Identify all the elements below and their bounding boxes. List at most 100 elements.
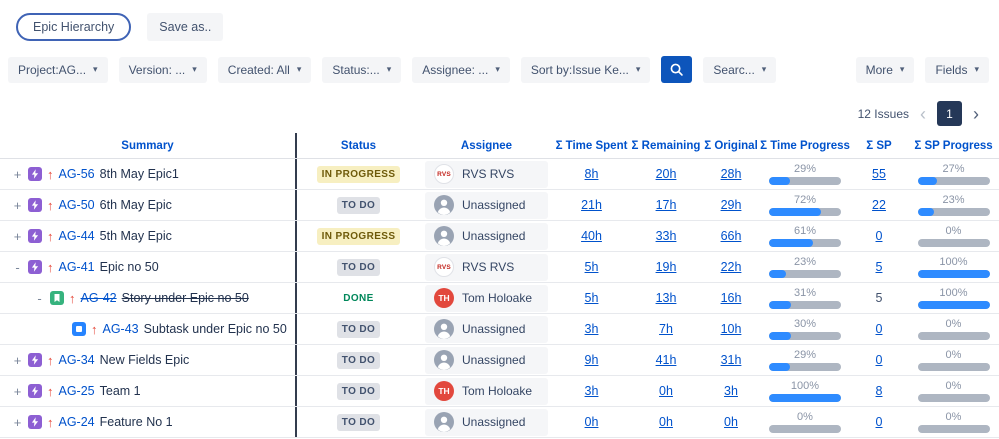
original-link[interactable]: 66h <box>721 229 742 243</box>
assignee-picker[interactable]: RVS RVS RVS <box>425 254 548 281</box>
time-spent-link[interactable]: 21h <box>581 198 602 212</box>
issue-summary: 5th May Epic <box>100 229 172 243</box>
expand-toggle[interactable]: + <box>12 353 23 368</box>
sp-progress-cell: 0% <box>908 407 999 437</box>
issue-key-link[interactable]: AG-50 <box>59 198 95 212</box>
remaining-link[interactable]: 0h <box>659 384 673 398</box>
assignee-picker[interactable]: Unassigned <box>425 409 548 436</box>
time-progress-bar <box>769 394 841 402</box>
epic-hierarchy-button[interactable]: Epic Hierarchy <box>16 13 131 41</box>
next-page-chevron-icon[interactable]: › <box>973 107 979 121</box>
status-cell: TO DO <box>297 314 420 344</box>
story-points-link[interactable]: 8 <box>876 384 883 398</box>
created-filter-dropdown[interactable]: Created: All ▾ <box>218 57 312 83</box>
original-link[interactable]: 0h <box>724 415 738 429</box>
assignee-picker[interactable]: Unassigned <box>425 347 548 374</box>
original-link[interactable]: 22h <box>721 260 742 274</box>
expand-toggle[interactable]: - <box>34 291 45 306</box>
time-progress-bar <box>769 208 841 216</box>
sp-progress-cell: 0% <box>908 345 999 375</box>
original-link[interactable]: 10h <box>721 322 742 336</box>
fields-dropdown[interactable]: Fields ▾ <box>925 57 989 83</box>
assignee-picker[interactable]: Unassigned <box>425 316 548 343</box>
story-points-link[interactable]: 0 <box>876 415 883 429</box>
status-filter-dropdown[interactable]: Status:... ▾ <box>322 57 401 83</box>
search-button[interactable] <box>661 56 692 83</box>
issue-key-link[interactable]: AG-25 <box>59 384 95 398</box>
remaining-link[interactable]: 33h <box>656 229 677 243</box>
project-filter-dropdown[interactable]: Project:AG... ▾ <box>8 57 108 83</box>
time-spent-link[interactable]: 40h <box>581 229 602 243</box>
issue-type-icon <box>28 260 42 274</box>
status-badge: TO DO <box>337 414 380 431</box>
remaining-link[interactable]: 41h <box>656 353 677 367</box>
time-spent-link[interactable]: 3h <box>585 322 599 336</box>
original-link[interactable]: 29h <box>721 198 742 212</box>
original-link[interactable]: 3h <box>724 384 738 398</box>
sp-progress-cell: 0% <box>908 314 999 344</box>
assignee-name: RVS RVS <box>462 167 514 181</box>
story-points-link[interactable]: 55 <box>872 167 886 181</box>
time-spent-link[interactable]: 8h <box>585 167 599 181</box>
search-dropdown[interactable]: Searc... ▾ <box>703 57 776 83</box>
page-number[interactable]: 1 <box>937 101 962 126</box>
issue-key-link[interactable]: AG-44 <box>59 229 95 243</box>
prev-page-chevron-icon[interactable]: ‹ <box>920 107 926 121</box>
version-filter-dropdown[interactable]: Version: ... ▾ <box>119 57 207 83</box>
time-spent-link[interactable]: 5h <box>585 291 599 305</box>
remaining-link[interactable]: 0h <box>659 415 673 429</box>
story-points-link[interactable]: 0 <box>876 229 883 243</box>
expand-toggle[interactable]: + <box>12 167 23 182</box>
sp-progress-bar <box>918 239 990 247</box>
assignee-picker[interactable]: TH Tom Holoake <box>425 378 548 405</box>
time-progress-bar <box>769 301 841 309</box>
assignee-picker[interactable]: RVS RVS RVS <box>425 161 548 188</box>
time-spent-link[interactable]: 5h <box>585 260 599 274</box>
issue-key-link[interactable]: AG-56 <box>59 167 95 181</box>
expand-toggle[interactable]: + <box>12 384 23 399</box>
assignee-picker[interactable]: Unassigned <box>425 192 548 219</box>
remaining-link[interactable]: 20h <box>656 167 677 181</box>
story-points-link[interactable]: 0 <box>876 322 883 336</box>
expand-toggle[interactable]: - <box>12 260 23 275</box>
status-cell: DONE <box>297 283 420 313</box>
time-spent-link[interactable]: 0h <box>585 415 599 429</box>
issue-key-link[interactable]: AG-24 <box>59 415 95 429</box>
original-link[interactable]: 31h <box>721 353 742 367</box>
priority-up-icon: ↑ <box>47 198 54 213</box>
story-points-link[interactable]: 22 <box>872 198 886 212</box>
top-bar: Epic Hierarchy Save as.. <box>0 0 999 50</box>
original-link[interactable]: 16h <box>721 291 742 305</box>
summary-cell: - ↑ AG-42 Story under Epic no 50 <box>0 283 297 313</box>
assignee-picker[interactable]: Unassigned <box>425 223 548 250</box>
expand-toggle[interactable]: + <box>12 198 23 213</box>
issue-key-link[interactable]: AG-34 <box>59 353 95 367</box>
sp-cell: 0 <box>850 221 908 251</box>
search-icon <box>669 62 684 77</box>
save-as-button[interactable]: Save as.. <box>147 13 223 41</box>
original-link[interactable]: 28h <box>721 167 742 181</box>
story-points-link[interactable]: 5 <box>876 260 883 274</box>
issue-key-link[interactable]: AG-42 <box>81 291 117 305</box>
remaining-link[interactable]: 13h <box>656 291 677 305</box>
assignee-picker[interactable]: TH Tom Holoake <box>425 285 548 312</box>
remaining-link[interactable]: 7h <box>659 322 673 336</box>
story-points-link[interactable]: 5 <box>876 291 883 305</box>
expand-toggle[interactable]: + <box>12 229 23 244</box>
time-spent-link[interactable]: 3h <box>585 384 599 398</box>
assignee-filter-dropdown[interactable]: Assignee: ... ▾ <box>412 57 510 83</box>
original-cell: 3h <box>702 376 760 406</box>
time-progress-bar <box>769 425 841 433</box>
assignee-cell: Unassigned <box>420 221 553 251</box>
story-points-link[interactable]: 0 <box>876 353 883 367</box>
remaining-link[interactable]: 19h <box>656 260 677 274</box>
sort-by-label: Sort by:Issue Ke... <box>531 63 629 77</box>
expand-toggle[interactable]: + <box>12 415 23 430</box>
issue-key-link[interactable]: AG-43 <box>103 322 139 336</box>
issue-key-link[interactable]: AG-41 <box>59 260 95 274</box>
assignee-cell: Unassigned <box>420 190 553 220</box>
time-spent-link[interactable]: 9h <box>585 353 599 367</box>
sort-by-dropdown[interactable]: Sort by:Issue Ke... ▾ <box>521 57 651 83</box>
remaining-link[interactable]: 17h <box>656 198 677 212</box>
more-dropdown[interactable]: More ▾ <box>856 57 915 83</box>
